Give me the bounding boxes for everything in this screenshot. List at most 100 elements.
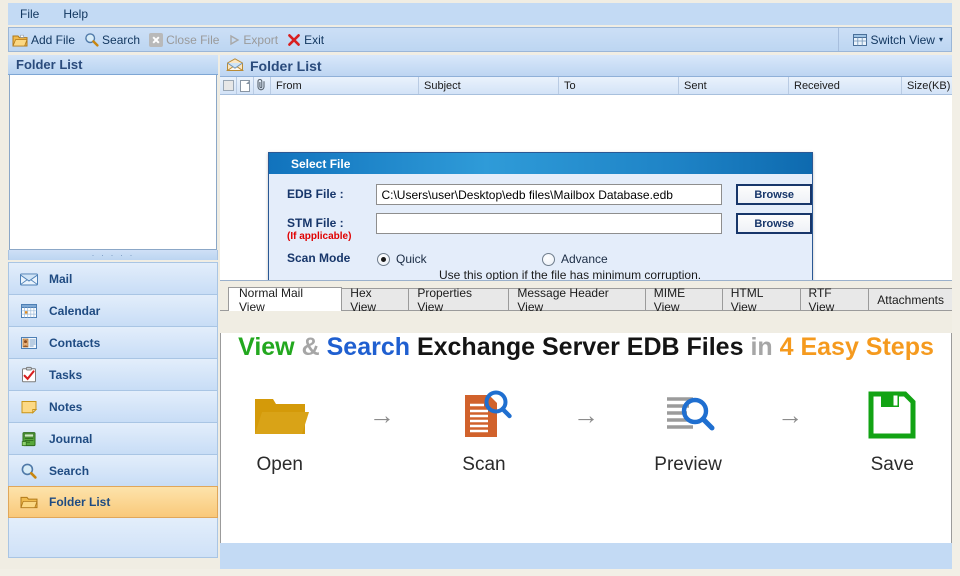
- exit-label: Exit: [304, 32, 325, 47]
- close-file-button[interactable]: Close File: [146, 29, 225, 50]
- splitter-grip: · · · · ·: [91, 250, 135, 260]
- menu-item-help[interactable]: Help: [51, 5, 100, 23]
- tab-rtf-view[interactable]: RTF View: [799, 286, 870, 314]
- sidebar-item-search[interactable]: Search: [8, 454, 218, 486]
- navigation-list: Mail Calendar Contacts Tasks Notes Journ…: [8, 262, 218, 518]
- sidebar-item-journal[interactable]: Journal: [8, 422, 218, 454]
- grid-column-page[interactable]: [237, 77, 254, 94]
- tab-html-view[interactable]: HTML View: [721, 286, 801, 314]
- window-right-edge: [952, 0, 960, 576]
- step-save: Save: [834, 384, 952, 476]
- contact-card-icon: [19, 334, 39, 352]
- sidebar-item-calendar[interactable]: Calendar: [8, 294, 218, 326]
- chevron-down-icon: ▾: [938, 35, 943, 44]
- scan-mode-hint: Use this option if the file has minimum …: [439, 268, 702, 281]
- stm-file-label: STM File : (If applicable): [269, 213, 376, 242]
- step-open: Open: [221, 384, 339, 476]
- grid-column-attachment[interactable]: [254, 77, 271, 94]
- lines-search-icon: [629, 384, 747, 446]
- tab-normal-mail-view[interactable]: Normal Mail View: [228, 286, 343, 314]
- headline-word-view: View: [238, 333, 295, 361]
- sidebar-item-contacts[interactable]: Contacts: [8, 326, 218, 358]
- grid-column-sent[interactable]: Sent: [679, 77, 789, 94]
- tab-attachments[interactable]: Attachments: [868, 288, 953, 310]
- close-file-label: Close File: [166, 32, 220, 47]
- edb-file-input[interactable]: [376, 184, 723, 205]
- step-caption: Save: [870, 454, 914, 475]
- sidebar-item-notes[interactable]: Notes: [8, 390, 218, 422]
- stm-file-label-text: STM File :: [287, 216, 344, 230]
- sidebar-item-mail[interactable]: Mail: [8, 262, 218, 294]
- tab-message-header-view[interactable]: Message Header View: [508, 286, 646, 314]
- dialog-title-bar: Select File: [269, 153, 812, 174]
- menu-bar: File Help: [8, 3, 952, 25]
- sidebar-item-label: Contacts: [49, 335, 101, 350]
- stm-browse-button[interactable]: Browse: [736, 213, 812, 234]
- grid-column-from[interactable]: From: [271, 77, 419, 94]
- grid-icon: [852, 33, 867, 46]
- radio-selected-icon: [377, 252, 390, 266]
- sidebar-item-label: Tasks: [49, 367, 83, 382]
- sidebar-item-label: Calendar: [49, 303, 101, 318]
- grid-column-to[interactable]: To: [559, 77, 679, 94]
- switch-view-label: Switch View: [870, 32, 935, 47]
- sidebar-item-tasks[interactable]: Tasks: [8, 358, 218, 390]
- tab-hex-view[interactable]: Hex View: [341, 286, 410, 314]
- folder-icon: [221, 384, 339, 446]
- grid-column-subject[interactable]: Subject: [419, 77, 559, 94]
- exit-button[interactable]: Exit: [284, 29, 330, 50]
- export-button[interactable]: Export: [225, 29, 284, 50]
- select-file-dialog: Select File EDB File : Browse STM File :…: [268, 152, 813, 281]
- grid-column-received[interactable]: Received: [789, 77, 902, 94]
- message-grid-body[interactable]: Select File EDB File : Browse STM File :…: [220, 95, 952, 281]
- edb-browse-button[interactable]: Browse: [736, 184, 812, 205]
- panel-splitter[interactable]: · · · · ·: [8, 250, 218, 260]
- stm-file-input[interactable]: [376, 213, 723, 234]
- sidebar-item-label: Mail: [49, 271, 73, 286]
- view-tabstrip: Normal Mail View Hex View Properties Vie…: [220, 286, 953, 314]
- status-bar: [220, 543, 952, 569]
- folder-tree[interactable]: [9, 75, 217, 250]
- play-triangle-icon: [228, 34, 240, 46]
- export-label: Export: [243, 32, 279, 47]
- grid-column-size[interactable]: Size(KB): [902, 77, 952, 94]
- grid-column-select-all[interactable]: [220, 77, 237, 94]
- tab-properties-view[interactable]: Properties View: [408, 286, 510, 314]
- headline-word-amp: &: [301, 333, 320, 361]
- page-title: Folder List: [250, 57, 322, 74]
- step-preview: Preview: [629, 384, 747, 476]
- search-label: Search: [102, 32, 141, 47]
- red-x-icon: [287, 33, 301, 47]
- scan-mode-quick-option[interactable]: Quick: [377, 252, 542, 266]
- edb-file-row: EDB File : Browse: [269, 184, 812, 205]
- sticky-note-icon: [19, 398, 39, 416]
- switch-view-button[interactable]: Switch View ▾: [849, 31, 952, 49]
- headline-word-in: in: [750, 333, 773, 361]
- scan-mode-advance-option[interactable]: Advance: [542, 252, 608, 266]
- scan-mode-advance-label: Advance: [561, 252, 608, 266]
- search-button[interactable]: Search: [81, 29, 146, 50]
- menu-item-file[interactable]: File: [8, 5, 51, 23]
- arrow-2-icon: →: [573, 399, 599, 430]
- message-grid-header: From Subject To Sent Received Size(KB): [220, 77, 952, 95]
- floppy-disk-icon: [834, 384, 952, 446]
- add-file-button[interactable]: Add File: [9, 29, 81, 50]
- journal-book-icon: [19, 430, 39, 448]
- step-scan: Scan: [425, 384, 543, 476]
- magnifier-icon: [19, 462, 39, 480]
- headline-word-search: Search: [326, 333, 410, 361]
- stm-file-row: STM File : (If applicable) Browse: [269, 213, 812, 242]
- scan-mode-row: Scan Mode Quick Advance: [269, 250, 812, 266]
- scan-mode-quick-label: Quick: [396, 252, 427, 266]
- step-caption: Preview: [654, 454, 722, 475]
- content-panel-header: Folder List: [220, 55, 952, 77]
- tab-mime-view[interactable]: MIME View: [644, 286, 723, 314]
- application-window: File Help Add File Search Close File Exp…: [0, 0, 960, 576]
- paperclip-icon: [257, 78, 267, 94]
- promo-headline: View & Search Exchange Server EDB Files …: [221, 333, 951, 362]
- envelope-open-icon: [225, 57, 245, 75]
- document-search-icon: [425, 384, 543, 446]
- headline-word-subject: Exchange Server EDB Files: [416, 333, 744, 361]
- steps-pane: View & Search Exchange Server EDB Files …: [220, 333, 952, 565]
- sidebar-item-folder-list[interactable]: Folder List: [8, 486, 218, 518]
